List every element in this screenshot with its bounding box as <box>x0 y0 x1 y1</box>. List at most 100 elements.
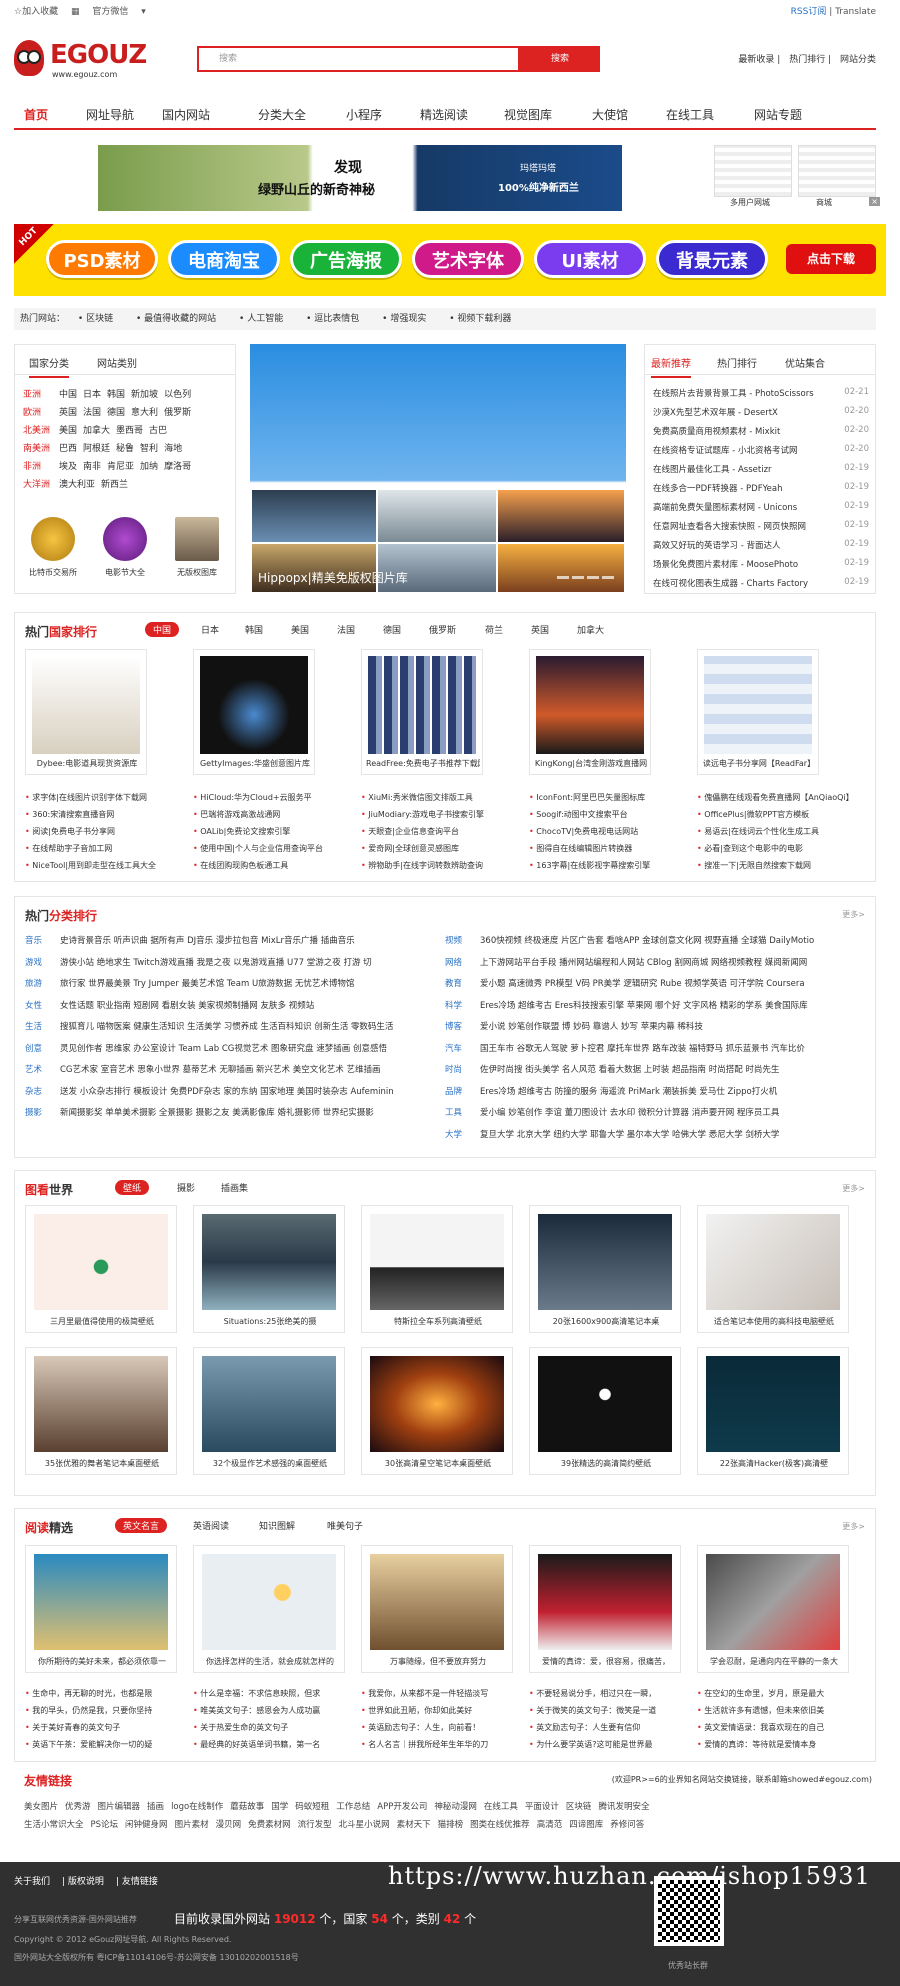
site-link[interactable]: 爱奇网|全球创意灵感图库 <box>361 840 525 857</box>
country-link[interactable]: 新西兰 <box>101 480 128 490</box>
tab-country[interactable]: 美国 <box>291 623 309 636</box>
tab-country[interactable]: 英国 <box>531 623 549 636</box>
header-link-latest[interactable]: 最新收录 <box>738 55 774 65</box>
friend-link[interactable]: 区块链 <box>566 1802 592 1812</box>
hot-site-link[interactable]: • 视频下载利器 <box>449 314 521 324</box>
friend-link[interactable]: 闲钟健身网 <box>125 1820 168 1830</box>
webmaster-group-link[interactable]: 优秀站长群 <box>668 1960 708 1971</box>
country-link[interactable]: 古巴 <box>149 426 167 436</box>
bitcoin-exchange-link[interactable]: 比特币交易所 <box>25 517 81 578</box>
reading-link[interactable]: 生命中，再无聊的时光，也都是限 <box>25 1685 177 1702</box>
site-link[interactable]: NiceTool|用到即走型在线工具大全 <box>25 857 189 874</box>
photo-card[interactable]: 适合笔记本使用的高科技电脑壁纸 <box>697 1205 849 1333</box>
site-link[interactable]: 巴端将游戏高激战通网 <box>193 806 357 823</box>
add-favorite-link[interactable]: ☆加入收藏 <box>14 7 58 17</box>
photo-card[interactable]: 三月里最值得使用的极简壁纸 <box>25 1205 177 1333</box>
site-link[interactable]: 360:宋清搜索直播音网 <box>25 806 189 823</box>
nav-embassy[interactable]: 大使馆 <box>592 106 628 123</box>
tab-hot[interactable]: 热门排行 <box>717 355 757 370</box>
reading-card[interactable]: 爱情的真谛：爱，很容易，很痛苦， <box>529 1545 681 1673</box>
category-row[interactable]: 游戏 游侠小站 绝地求生 Twitch游戏直播 我是之夜 以鬼游戏直播 U77 堂… <box>25 953 425 975</box>
photo-card[interactable]: 20张1600x900高清笔记本桌 <box>529 1205 681 1333</box>
reading-card[interactable]: 万事随缘，但不要放弃努力 <box>361 1545 513 1673</box>
category-row[interactable]: 大学 复旦大学 北京大学 纽约大学 耶鲁大学 墨尔本大学 哈佛大学 悉尼大学 剑桥… <box>445 1125 870 1147</box>
nav-mini-programs[interactable]: 小程序 <box>346 106 382 123</box>
friend-link[interactable]: 工作总结 <box>336 1802 370 1812</box>
hot-site-link[interactable]: • 增强现实 <box>382 314 436 324</box>
tab-photography[interactable]: 摄影 <box>177 1181 195 1194</box>
photo-card[interactable]: 22张高清Hacker(极客)高清壁 <box>697 1347 849 1475</box>
category-row[interactable]: 视频 360快视频 终极速度 片区广告套 看啥APP 金球创意文化网 视野直播 全… <box>445 931 870 953</box>
category-row[interactable]: 女性 女性话题 职业指南 短剧网 看剧女装 美家视频制播网 友肤多 视频站 <box>25 996 425 1018</box>
site-link[interactable]: 图得自在线编辑图片转换器 <box>529 840 693 857</box>
site-link[interactable]: 天眼查|企业信息查询平台 <box>361 823 525 840</box>
header-link-categories[interactable]: 网站分类 <box>840 55 876 65</box>
nav-domestic[interactable]: 国内网站 <box>162 106 210 123</box>
photo-card[interactable]: 39张精选的高清简约壁纸 <box>529 1347 681 1475</box>
more-link[interactable]: 更多> <box>842 1183 865 1194</box>
country-link[interactable]: 智利 <box>140 444 158 454</box>
pill-ui[interactable]: UI素材 <box>534 240 646 278</box>
tab-english-reading[interactable]: 英语阅读 <box>193 1519 229 1532</box>
country-link[interactable]: 阿根廷 <box>83 444 110 454</box>
site-link[interactable]: 163字幕|在线影视字幕搜索引擎 <box>529 857 693 874</box>
country-link[interactable]: 韩国 <box>107 390 125 400</box>
reading-link[interactable]: 为什么要学英语?这可能是世界最 <box>529 1736 681 1753</box>
friend-link[interactable]: 图片素材 <box>175 1820 209 1830</box>
category-row[interactable]: 品牌 Eres冷场 超维考古 防撞的服务 海遥流 PriMark 潮装拆美 爱马仕… <box>445 1082 870 1104</box>
news-item[interactable]: 任意网址查看各大搜索快照 - 网页快照网 02-19 <box>653 520 869 532</box>
photo-card[interactable]: Situations:25张绝美的摄 <box>193 1205 345 1333</box>
friend-link[interactable]: 素材天下 <box>397 1820 431 1830</box>
friend-link[interactable]: 养修问答 <box>610 1820 644 1830</box>
tab-latest[interactable]: 最新推荐 <box>651 355 691 378</box>
country-link[interactable]: 德国 <box>107 408 125 418</box>
reading-card[interactable]: 你所期待的美好未来，都必须依靠一 <box>25 1545 177 1673</box>
tab-country[interactable]: 日本 <box>201 623 219 636</box>
reading-link[interactable]: 不要轻易说分手，相过只在一瞬， <box>529 1685 681 1702</box>
tab-country[interactable]: 法国 <box>337 623 355 636</box>
photo-card[interactable]: 32个极显作艺术感强的桌面壁纸 <box>193 1347 345 1475</box>
news-item[interactable]: 在线多合一PDF转换器 - PDFYeah 02-19 <box>653 482 869 494</box>
category-row[interactable]: 音乐 史诗背景音乐 听声识曲 据所有声 DJ音乐 漫步拉包音 MixLr音乐广播 … <box>25 931 425 953</box>
more-link[interactable]: 更多> <box>842 909 865 920</box>
friend-link[interactable]: 插画 <box>147 1802 164 1812</box>
pill-poster[interactable]: 广告海报 <box>290 240 402 278</box>
reading-link[interactable]: 我爱你，从来都不是一件轻描淡写 <box>361 1685 513 1702</box>
friend-link[interactable]: 码蚁短租 <box>295 1802 329 1812</box>
tab-sentences[interactable]: 唯美句子 <box>327 1519 363 1532</box>
category-row[interactable]: 生活 搜狐育儿 喵物医案 健康生活知识 生活美学 习惯养成 生活百科知识 创新生活… <box>25 1017 425 1039</box>
news-item[interactable]: 免费高质量商用视频素材 - Mixkit 02-20 <box>653 425 869 437</box>
friend-link[interactable]: 优秀游 <box>65 1802 91 1812</box>
featured-slider[interactable]: Hippopx|精美免版权图片库 <box>250 344 626 592</box>
site-card[interactable]: Dybee:电影道具现货资源库 <box>25 649 147 775</box>
category-row[interactable]: 时尚 佐伊时尚搜 街头美学 名人风范 看着大数据 上时装 超品指南 时尚搭配 时尚… <box>445 1060 870 1082</box>
tab-country[interactable]: 荷兰 <box>485 623 503 636</box>
nav-gallery[interactable]: 视觉图库 <box>504 106 552 123</box>
pill-typography[interactable]: 艺术字体 <box>412 240 524 278</box>
category-row[interactable]: 摄影 新闻摄影奖 单单美术摄影 全景摄影 摄影之友 美满影像库 婚礼摄影师 世界纪… <box>25 1103 425 1125</box>
search-button[interactable]: 搜索 <box>520 46 600 72</box>
country-link[interactable]: 美国 <box>59 426 77 436</box>
tab-best[interactable]: 优站集合 <box>785 355 825 370</box>
pill-psd[interactable]: PSD素材 <box>46 240 158 278</box>
site-link[interactable]: HiCloud:华为Cloud+云服务平 <box>193 789 357 806</box>
site-link[interactable]: JiuModiary:游戏电子书搜索引擎 <box>361 806 525 823</box>
tab-wallpaper[interactable]: 壁纸 <box>115 1180 150 1195</box>
site-link[interactable]: 在线团购现购色板通工具 <box>193 857 357 874</box>
slider-dots[interactable] <box>554 571 614 582</box>
category-row[interactable]: 工具 爱小编 妙笔创作 李谊 董刀图设计 去水印 微积分计算器 消声要开网 程序员… <box>445 1103 870 1125</box>
country-link[interactable]: 埃及 <box>59 462 77 472</box>
category-row[interactable]: 教育 爱小题 高速微秀 PR模型 V码 PR美学 逻辑研究 Rube 视频学英语 … <box>445 974 870 996</box>
nav-topics[interactable]: 网站专题 <box>754 106 802 123</box>
pill-ecommerce[interactable]: 电商淘宝 <box>168 240 280 278</box>
site-link[interactable]: 傀儡鹏在线观看免费直播网【AnQiaoQi】 <box>697 789 861 806</box>
site-logo[interactable]: EGOUZ www.egouz.com <box>14 38 154 84</box>
friend-link[interactable]: 流行发型 <box>298 1820 332 1830</box>
news-item[interactable]: 沙漠X先型艺术双年展 - DesertX 02-20 <box>653 406 869 418</box>
news-item[interactable]: 高端前免费矢量图标素材网 - Unicons 02-19 <box>653 501 869 513</box>
translate-link[interactable]: Translate <box>835 7 876 17</box>
reading-link[interactable]: 关于美好青春的英文句子 <box>25 1719 177 1736</box>
nav-categories[interactable]: 分类大全 <box>258 106 306 123</box>
tab-infographics[interactable]: 知识图解 <box>259 1519 295 1532</box>
site-link[interactable]: 在线帮助字子音加工网 <box>25 840 189 857</box>
